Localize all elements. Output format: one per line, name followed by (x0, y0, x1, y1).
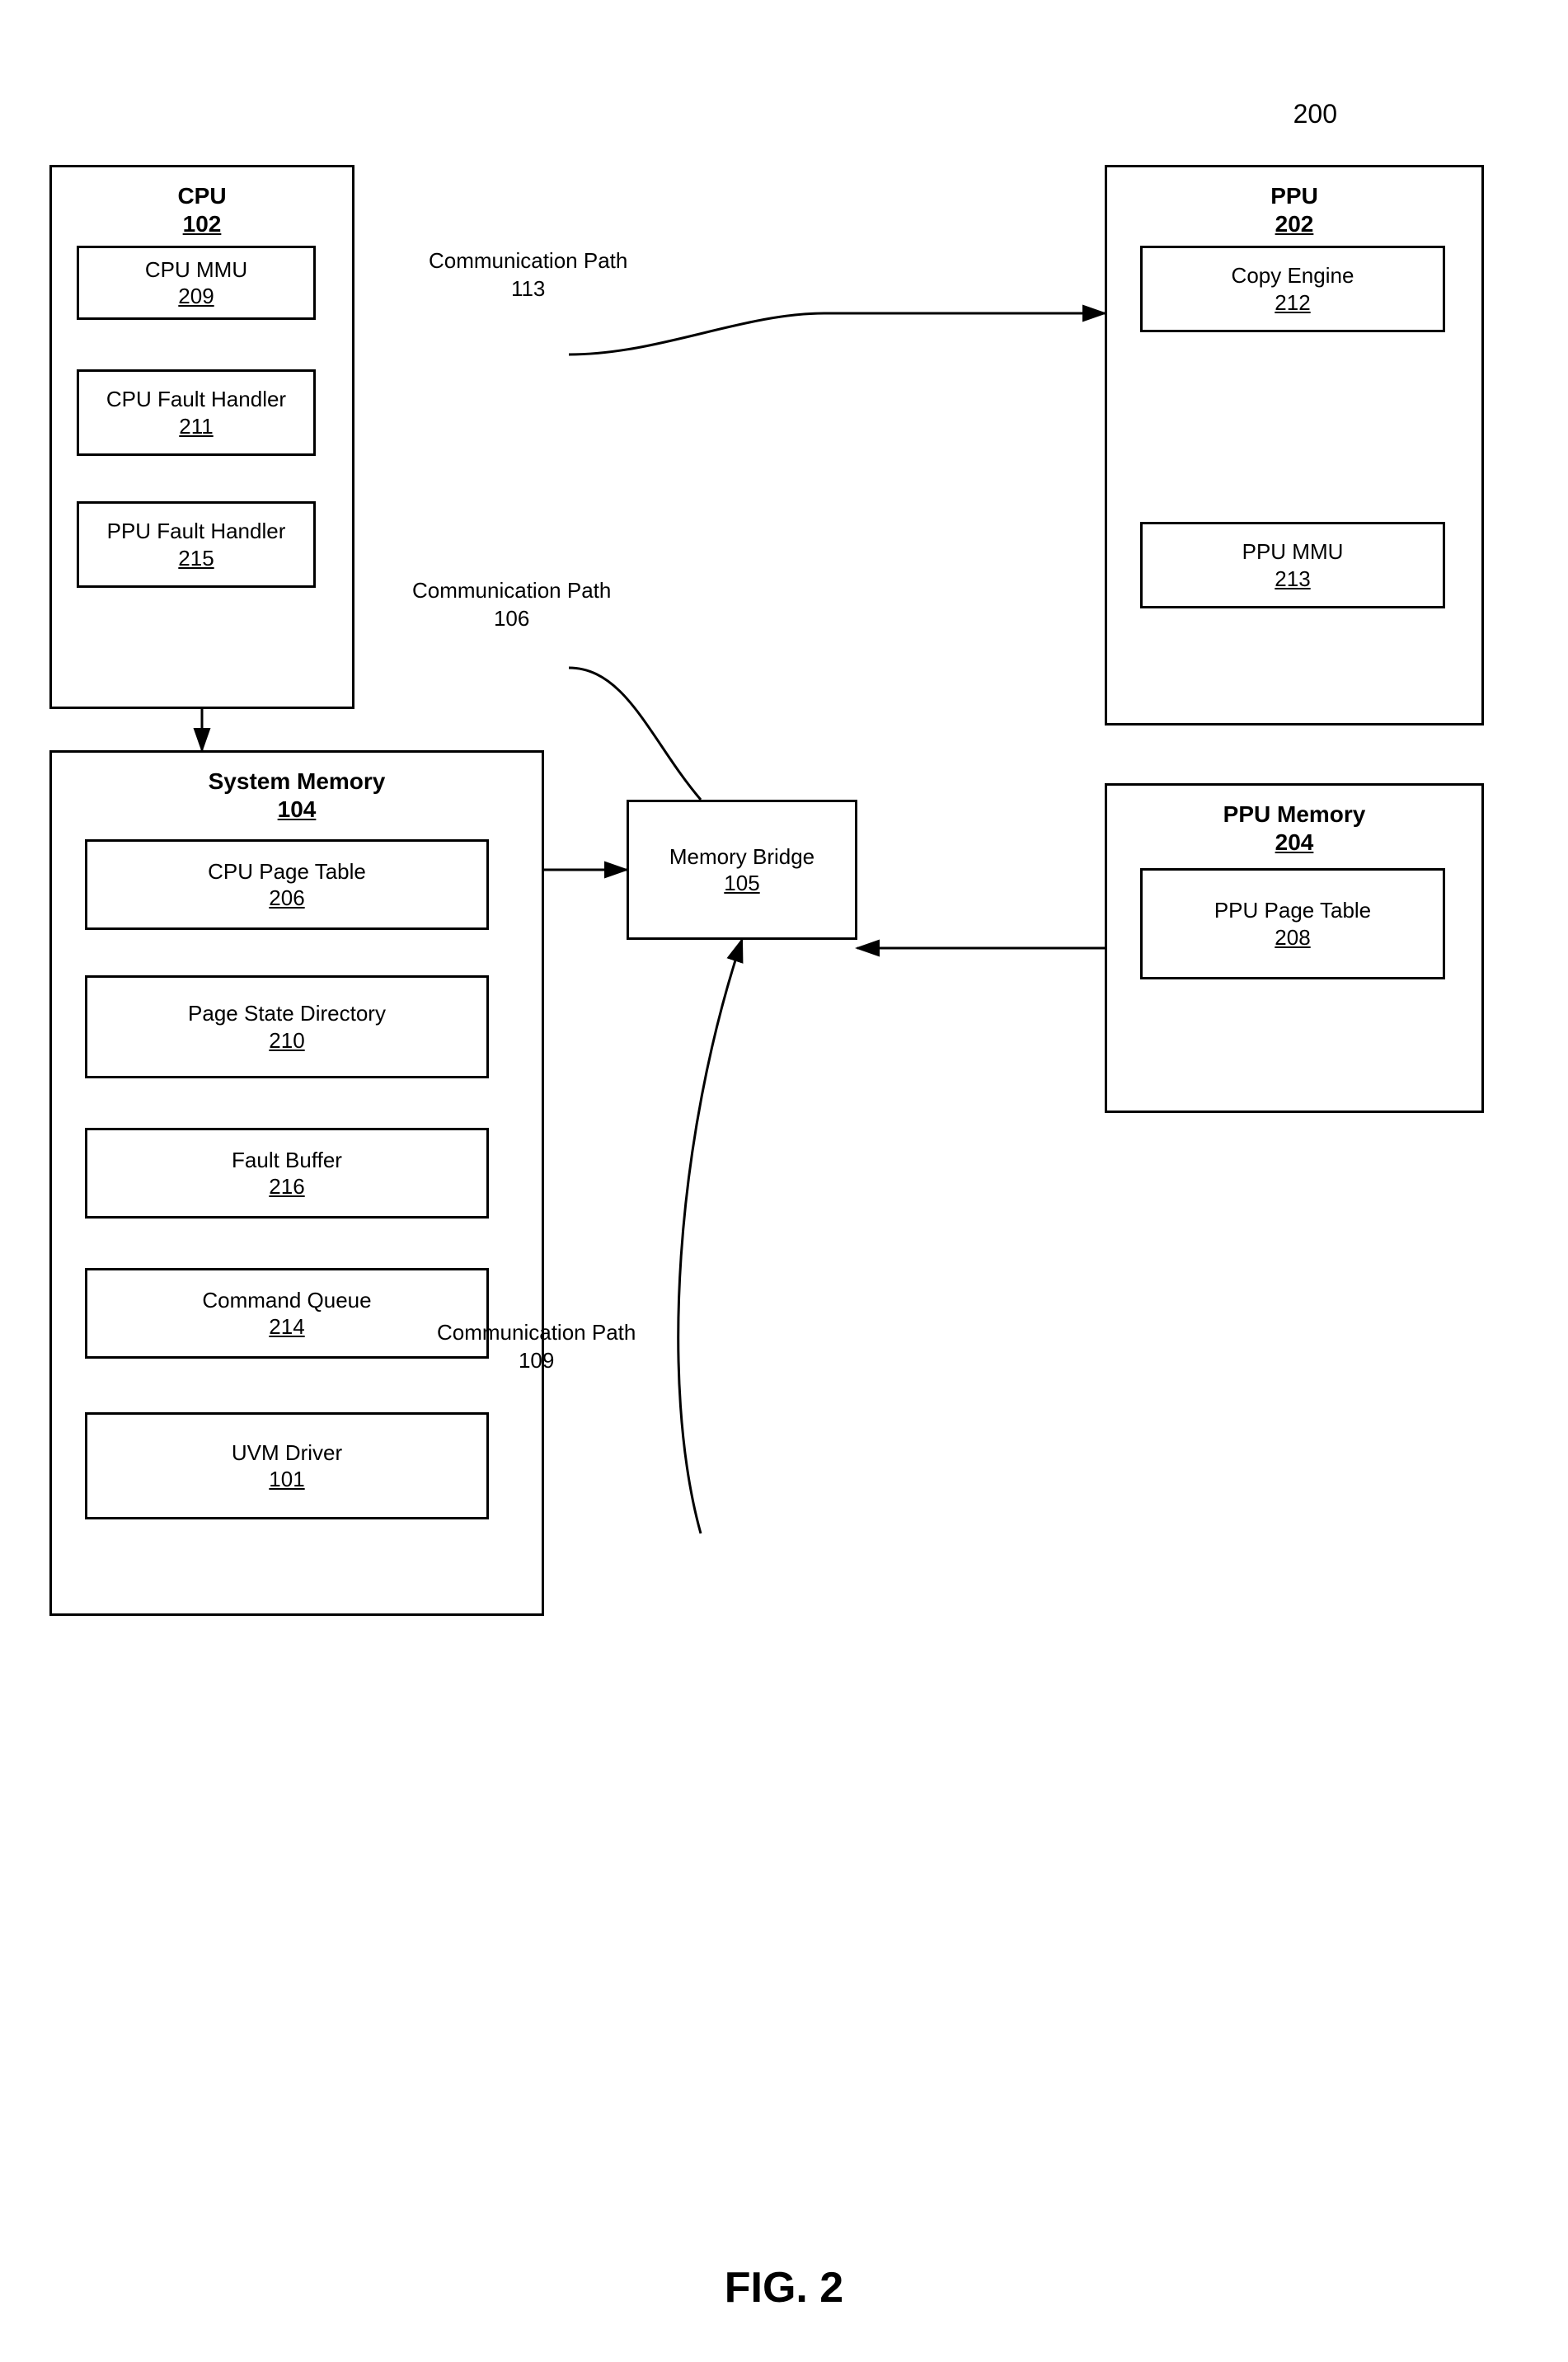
page-state-dir-num: 210 (269, 1028, 304, 1054)
cpu-num: 102 (177, 210, 226, 238)
cpu-fault-box: CPU Fault Handler 211 (77, 369, 316, 456)
sys-memory-num: 104 (209, 796, 386, 824)
copy-engine-label: Copy Engine (1232, 262, 1354, 290)
command-queue-label: Command Queue (202, 1287, 371, 1315)
ppu-page-table-box: PPU Page Table 208 (1140, 868, 1445, 979)
ppu-num: 202 (1270, 210, 1318, 238)
uvm-driver-num: 101 (269, 1467, 304, 1492)
ppu-mmu-num: 213 (1275, 566, 1310, 592)
ppu-fault-label: PPU Fault Handler (107, 518, 286, 546)
comm-path-109-label: Communication Path 109 (437, 1319, 636, 1375)
command-queue-num: 214 (269, 1314, 304, 1340)
copy-engine-box: Copy Engine 212 (1140, 246, 1445, 332)
cpu-label: CPU (177, 182, 226, 210)
memory-bridge-label: Memory Bridge (669, 843, 815, 871)
ppu-memory-num: 204 (1223, 829, 1366, 857)
ppu-fault-num: 215 (178, 546, 214, 571)
cpu-mmu-num: 209 (178, 284, 214, 309)
ppu-label: PPU (1270, 182, 1318, 210)
copy-engine-num: 212 (1275, 290, 1310, 316)
page-state-dir-box: Page State Directory 210 (85, 975, 489, 1078)
cpu-page-table-num: 206 (269, 885, 304, 911)
ppu-fault-box: PPU Fault Handler 215 (77, 501, 316, 588)
comm-path-113-label: Communication Path 113 (429, 247, 627, 303)
diagram-container: 200 CPU 102 CPU MMU 209 CPU Fault Handle… (0, 66, 1568, 2362)
ppu-memory-label: PPU Memory (1223, 801, 1366, 829)
ppu-page-table-num: 208 (1275, 925, 1310, 951)
uvm-driver-label: UVM Driver (232, 1439, 342, 1467)
ppu-mmu-box: PPU MMU 213 (1140, 522, 1445, 608)
cpu-page-table-box: CPU Page Table 206 (85, 839, 489, 930)
uvm-driver-box: UVM Driver 101 (85, 1412, 489, 1519)
fault-buffer-box: Fault Buffer 216 (85, 1128, 489, 1219)
ref-number: 200 (1293, 99, 1337, 129)
fault-buffer-num: 216 (269, 1174, 304, 1200)
cpu-fault-num: 211 (179, 414, 213, 439)
cpu-fault-label: CPU Fault Handler (106, 386, 286, 414)
fault-buffer-label: Fault Buffer (232, 1147, 342, 1175)
page-state-dir-label: Page State Directory (188, 1000, 386, 1028)
comm-path-106-label: Communication Path 106 (412, 577, 611, 633)
ppu-mmu-label: PPU MMU (1242, 538, 1344, 566)
command-queue-box: Command Queue 214 (85, 1268, 489, 1359)
cpu-mmu-label: CPU MMU (145, 256, 247, 284)
ppu-page-table-label: PPU Page Table (1214, 897, 1371, 925)
memory-bridge-num: 105 (724, 871, 759, 896)
memory-bridge-box: Memory Bridge 105 (627, 800, 857, 940)
cpu-box: CPU 102 CPU MMU 209 CPU Fault Handler 21… (49, 165, 354, 709)
fig-label: FIG. 2 (725, 2263, 843, 2313)
cpu-page-table-label: CPU Page Table (208, 858, 366, 886)
ppu-memory-box: PPU Memory 204 PPU Page Table 208 (1105, 783, 1484, 1113)
cpu-mmu-box: CPU MMU 209 (77, 246, 316, 320)
sys-memory-label: System Memory (209, 768, 386, 796)
ppu-box: PPU 202 Copy Engine 212 PPU MMU 213 (1105, 165, 1484, 726)
sys-memory-box: System Memory 104 CPU Page Table 206 Pag… (49, 750, 544, 1616)
